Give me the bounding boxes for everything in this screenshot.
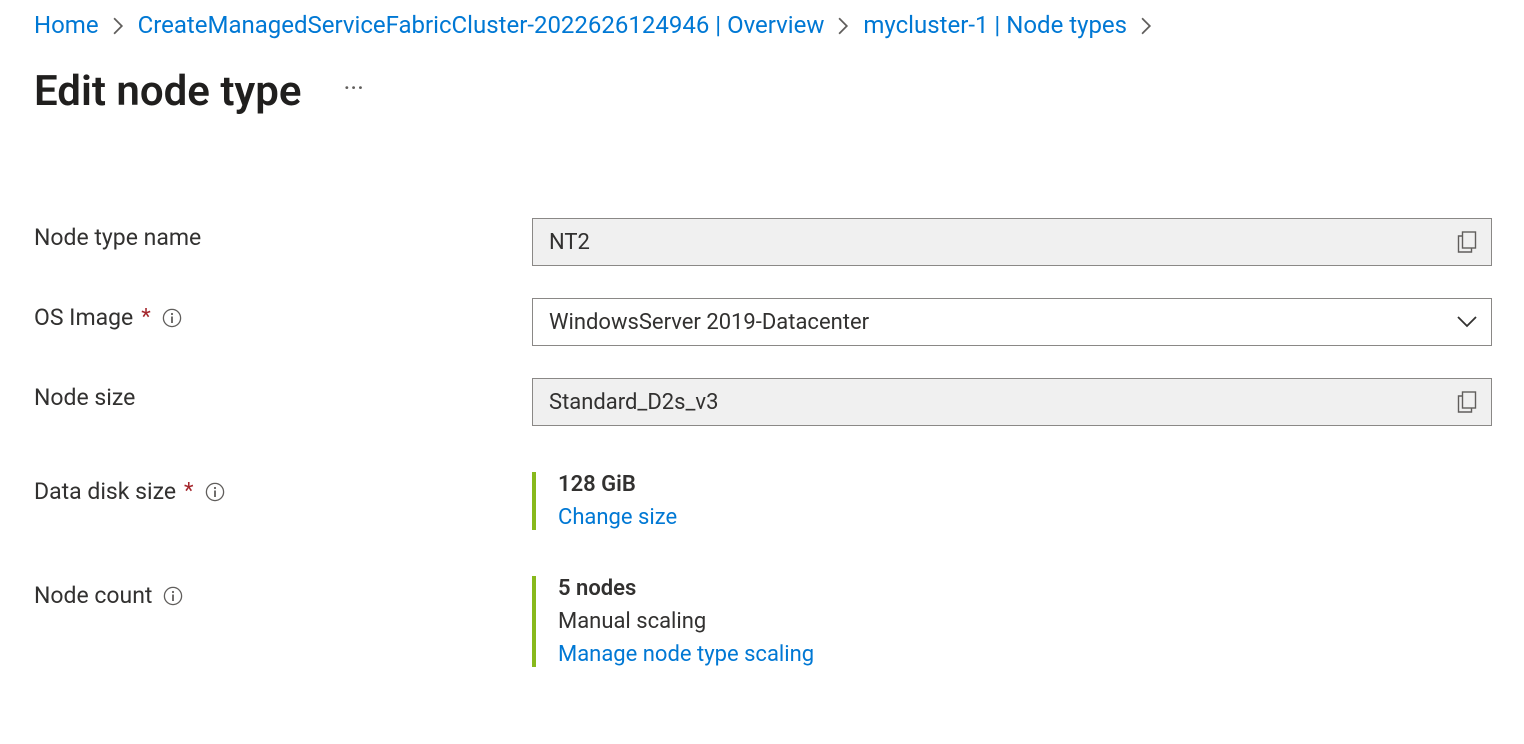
node-count-block: 5 nodes Manual scaling Manage node type …: [532, 576, 1490, 667]
node-size-label: Node size: [34, 384, 135, 411]
node-count-value: 5 nodes: [558, 576, 1490, 601]
os-image-label: OS Image: [34, 304, 133, 331]
node-type-name-field: NT2: [532, 218, 1492, 266]
node-count-label: Node count: [34, 582, 152, 609]
node-size-value: Standard_D2s_v3: [533, 379, 1443, 425]
node-type-name-value: NT2: [533, 219, 1443, 265]
os-image-select[interactable]: WindowsServer 2019-Datacenter: [532, 298, 1492, 346]
data-disk-size-label: Data disk size: [34, 478, 176, 505]
chevron-down-icon: [1443, 315, 1491, 329]
info-icon[interactable]: [161, 307, 183, 329]
breadcrumb: Home CreateManagedServiceFabricCluster-2…: [34, 10, 1490, 41]
required-indicator: *: [141, 305, 150, 330]
breadcrumb-link-deployment[interactable]: CreateManagedServiceFabricCluster-202262…: [138, 10, 825, 41]
node-count-scaling-mode: Manual scaling: [558, 609, 1490, 634]
breadcrumb-link-home[interactable]: Home: [34, 10, 99, 41]
os-image-value: WindowsServer 2019-Datacenter: [533, 310, 1443, 335]
info-icon[interactable]: [162, 585, 184, 607]
required-indicator: *: [184, 479, 193, 504]
change-size-link[interactable]: Change size: [558, 505, 677, 530]
page-title: Edit node type: [34, 67, 302, 116]
node-size-field: Standard_D2s_v3: [532, 378, 1492, 426]
copy-icon[interactable]: [1443, 379, 1491, 425]
node-type-name-label: Node type name: [34, 224, 201, 251]
copy-icon[interactable]: [1443, 219, 1491, 265]
more-actions-button[interactable]: ···: [344, 76, 364, 108]
chevron-right-icon: [113, 17, 124, 35]
data-disk-size-block: 128 GiB Change size: [532, 472, 1490, 530]
info-icon[interactable]: [204, 481, 226, 503]
chevron-right-icon: [838, 17, 849, 35]
chevron-right-icon: [1141, 17, 1152, 35]
manage-scaling-link[interactable]: Manage node type scaling: [558, 642, 814, 667]
breadcrumb-link-nodetypes[interactable]: mycluster-1 | Node types: [863, 10, 1127, 41]
data-disk-size-value: 128 GiB: [558, 472, 1490, 497]
